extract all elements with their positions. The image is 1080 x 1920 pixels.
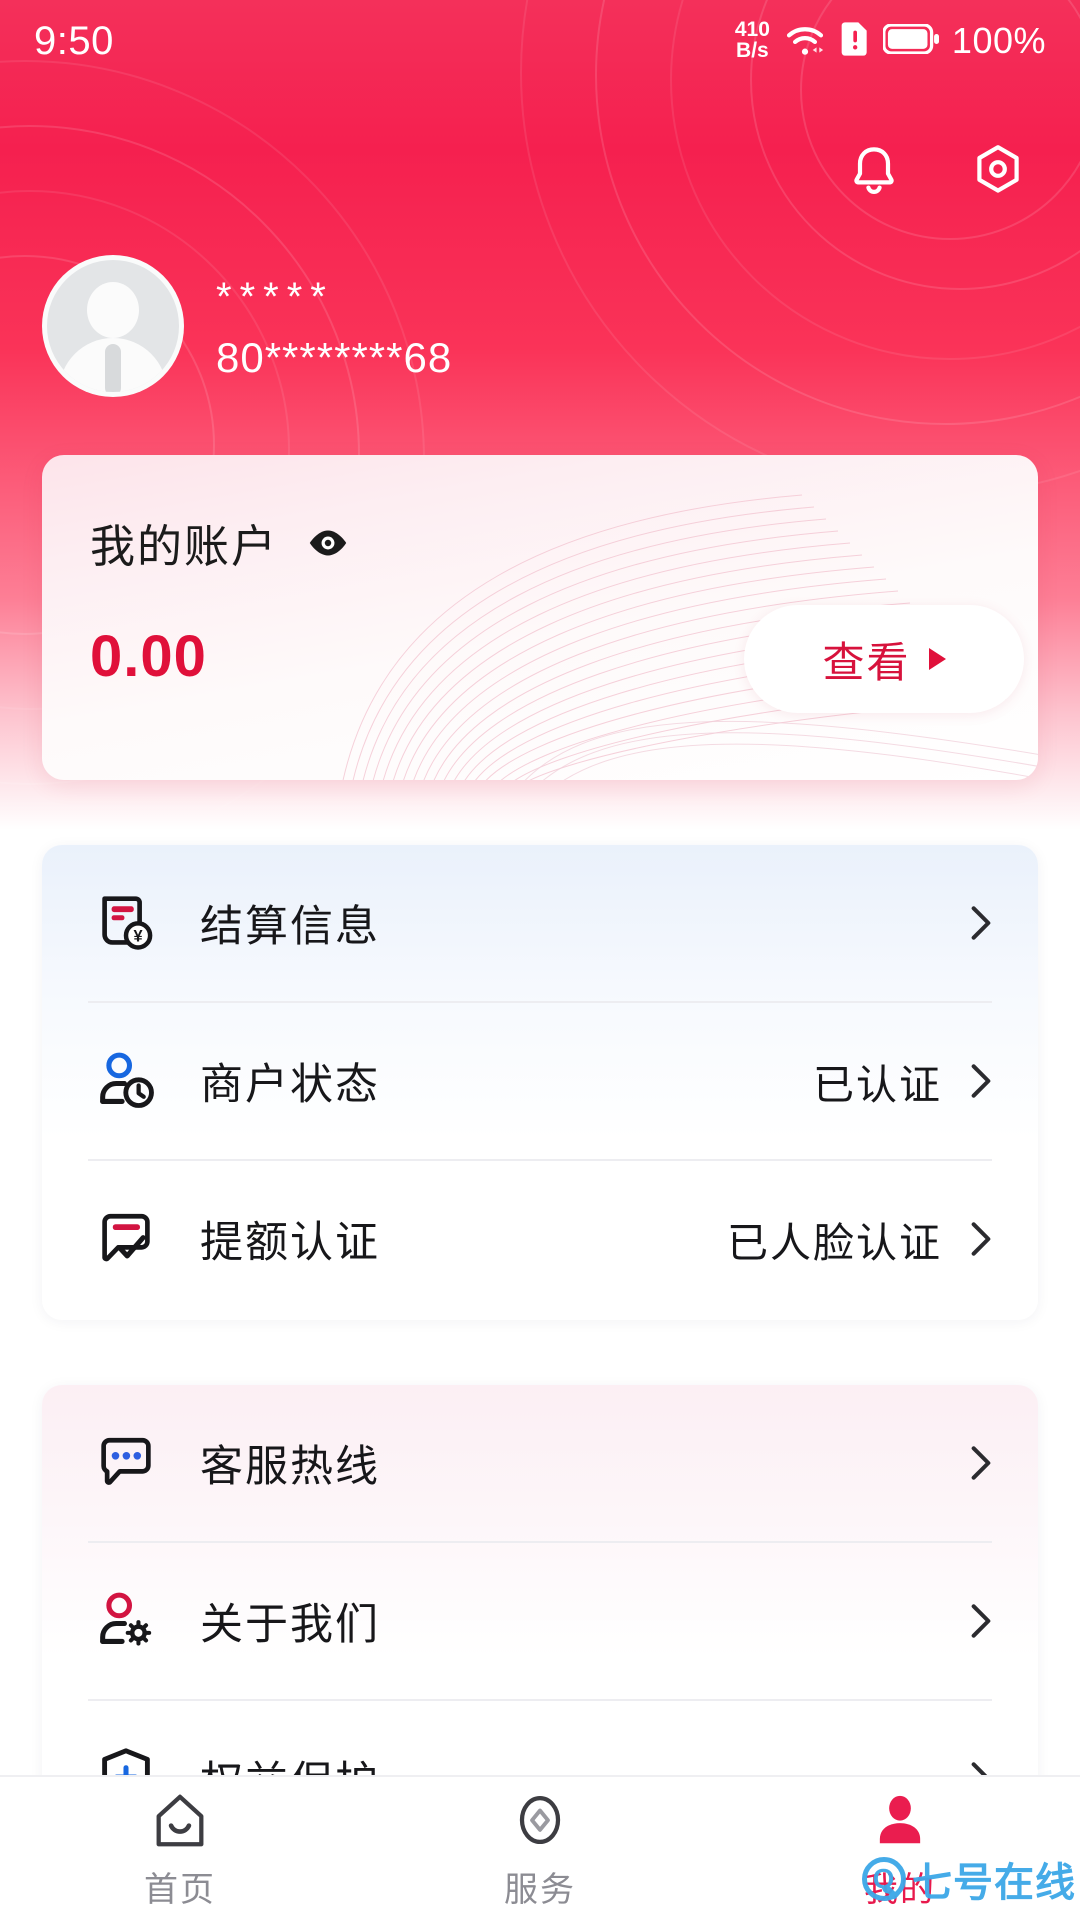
watermark-logo-icon: Q — [862, 1857, 906, 1901]
app-screen: 9:50 410 B/s 100% ***** 80********68 我的账… — [0, 0, 1080, 1920]
menu-item-settlement[interactable]: ¥ 结算信息 — [42, 845, 1038, 1001]
chevron-right-icon — [968, 1441, 994, 1485]
profile-text: ***** 80********68 — [216, 271, 452, 382]
sim-alert-icon — [840, 20, 870, 63]
menu-item-value: 已人脸认证 — [727, 1220, 942, 1266]
tab-home[interactable]: 首页 — [0, 1786, 360, 1911]
network-speed-value: 410 — [734, 18, 770, 42]
home-icon — [149, 1786, 211, 1852]
battery-icon — [882, 22, 939, 59]
account-card[interactable]: 我的账户 0.00 查看 — [42, 455, 1038, 780]
status-icons: 410 B/s 100% — [735, 20, 1046, 63]
tab-label: 首页 — [144, 1871, 216, 1909]
settlement-document-icon: ¥ — [88, 885, 164, 961]
merchant-status-icon — [88, 1043, 164, 1119]
menu-item-value: 已认证 — [813, 1062, 942, 1108]
user-phone: 80********68 — [216, 333, 453, 381]
limit-verify-icon — [88, 1201, 164, 1277]
avatar[interactable] — [42, 255, 184, 397]
avatar-tie — [105, 344, 121, 392]
about-us-icon — [88, 1583, 164, 1659]
view-account-button[interactable]: 查看 — [744, 605, 1024, 713]
chevron-right-icon — [968, 1059, 994, 1103]
menu-item-label: 结算信息 — [200, 903, 380, 951]
menu-item-label: 提额认证 — [200, 1219, 380, 1267]
network-speed-unit: B/s — [736, 39, 769, 62]
account-title: 我的账户 — [90, 521, 279, 572]
service-diamond-icon — [509, 1786, 571, 1852]
tab-label: 服务 — [504, 1871, 576, 1909]
menu-item-customer-service[interactable]: 客服热线 — [42, 1385, 1038, 1541]
avatar-head — [87, 282, 139, 338]
chevron-right-icon — [968, 901, 994, 945]
network-speed: 410 B/s — [735, 20, 770, 61]
caret-right-icon — [928, 648, 946, 670]
account-balance: 0.00 — [90, 624, 207, 689]
profile-block[interactable]: ***** 80********68 — [42, 255, 452, 397]
menu-item-limit-verification[interactable]: 提额认证 已人脸认证 — [42, 1161, 1038, 1317]
menu-group-account: ¥ 结算信息 商户状态 已认证 提额认证 已人脸认证 — [42, 845, 1038, 1320]
hexagon-gear-icon[interactable] — [966, 140, 1030, 204]
status-time: 9:50 — [34, 18, 114, 63]
view-account-label: 查看 — [822, 638, 911, 686]
battery-percent: 100% — [951, 20, 1046, 61]
status-bar: 9:50 410 B/s 100% — [0, 0, 1080, 82]
chevron-right-icon — [968, 1599, 994, 1643]
profile-person-icon — [869, 1786, 931, 1852]
menu-item-label: 关于我们 — [200, 1601, 380, 1649]
wifi-icon — [783, 22, 827, 61]
svg-text:¥: ¥ — [134, 928, 144, 946]
header-actions — [842, 140, 1030, 204]
menu-item-merchant-status[interactable]: 商户状态 已认证 — [42, 1003, 1038, 1159]
eye-icon[interactable] — [306, 521, 350, 565]
customer-service-icon — [88, 1425, 164, 1501]
user-name: ***** — [216, 274, 334, 319]
account-card-header: 我的账户 — [90, 510, 350, 575]
menu-item-label: 商户状态 — [200, 1061, 380, 1109]
watermark-text: 七号在线 — [912, 1861, 1076, 1905]
tab-service[interactable]: 服务 — [360, 1786, 720, 1911]
menu-item-label: 客服热线 — [200, 1443, 380, 1491]
chevron-right-icon — [968, 1217, 994, 1261]
bell-icon[interactable] — [842, 140, 906, 204]
menu-group-support: 客服热线 关于我们 — [42, 1385, 1038, 1825]
menu-item-about-us[interactable]: 关于我们 — [42, 1543, 1038, 1699]
watermark: Q 七号在线 — [862, 1850, 1076, 1908]
